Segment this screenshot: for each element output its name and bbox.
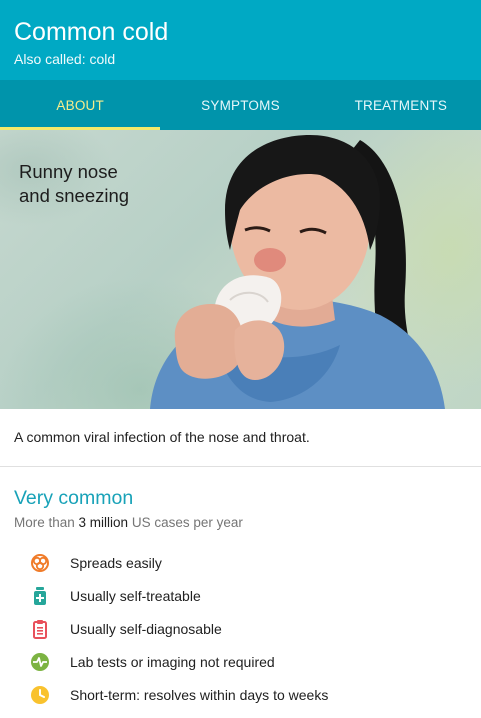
fact-label: Usually self-treatable	[70, 587, 201, 604]
tab-bar: ABOUT SYMPTOMS TREATMENTS	[0, 80, 481, 130]
fact-label: Usually self-diagnosable	[70, 620, 222, 637]
clipboard-icon	[30, 619, 50, 639]
app-header: Common cold Also called: cold	[0, 0, 481, 80]
fact-label: Spreads easily	[70, 554, 162, 571]
tab-symptoms[interactable]: SYMPTOMS	[160, 80, 320, 130]
prevalence-section: Very common More than 3 million US cases…	[0, 467, 481, 711]
tab-about[interactable]: ABOUT	[0, 80, 161, 130]
medicine-bottle-icon	[30, 586, 50, 606]
hero-caption: Runny nose and sneezing	[19, 161, 130, 206]
tab-treatments[interactable]: TREATMENTS	[321, 80, 481, 130]
hero-image: Runny nose and sneezing	[0, 130, 481, 409]
fact-self-diagnosable: Usually self-diagnosable	[14, 612, 467, 645]
pulse-icon	[30, 652, 50, 672]
fact-spreads: Spreads easily	[14, 546, 467, 579]
clock-icon	[30, 685, 50, 705]
fact-label: Lab tests or imaging not required	[70, 653, 275, 670]
fact-label: Short-term: resolves within days to week…	[70, 686, 329, 703]
page-title: Common cold	[14, 18, 169, 46]
stat-prefix: More than	[14, 515, 79, 530]
fact-short-term: Short-term: resolves within days to week…	[14, 678, 467, 711]
stat-suffix: US cases per year	[128, 515, 243, 530]
stat-value: 3 million	[78, 515, 129, 530]
fact-list: Spreads easily Usually self-treatable Us…	[14, 546, 467, 711]
fact-lab-tests: Lab tests or imaging not required	[14, 645, 467, 678]
fact-self-treatable: Usually self-treatable	[14, 579, 467, 612]
page-subtitle: Also called: cold	[14, 51, 116, 67]
biohazard-icon	[30, 553, 50, 573]
prevalence-title: Very common	[14, 487, 134, 509]
prevalence-stat: More than 3 million US cases per year	[14, 515, 467, 530]
condition-description: A common viral infection of the nose and…	[0, 409, 481, 467]
